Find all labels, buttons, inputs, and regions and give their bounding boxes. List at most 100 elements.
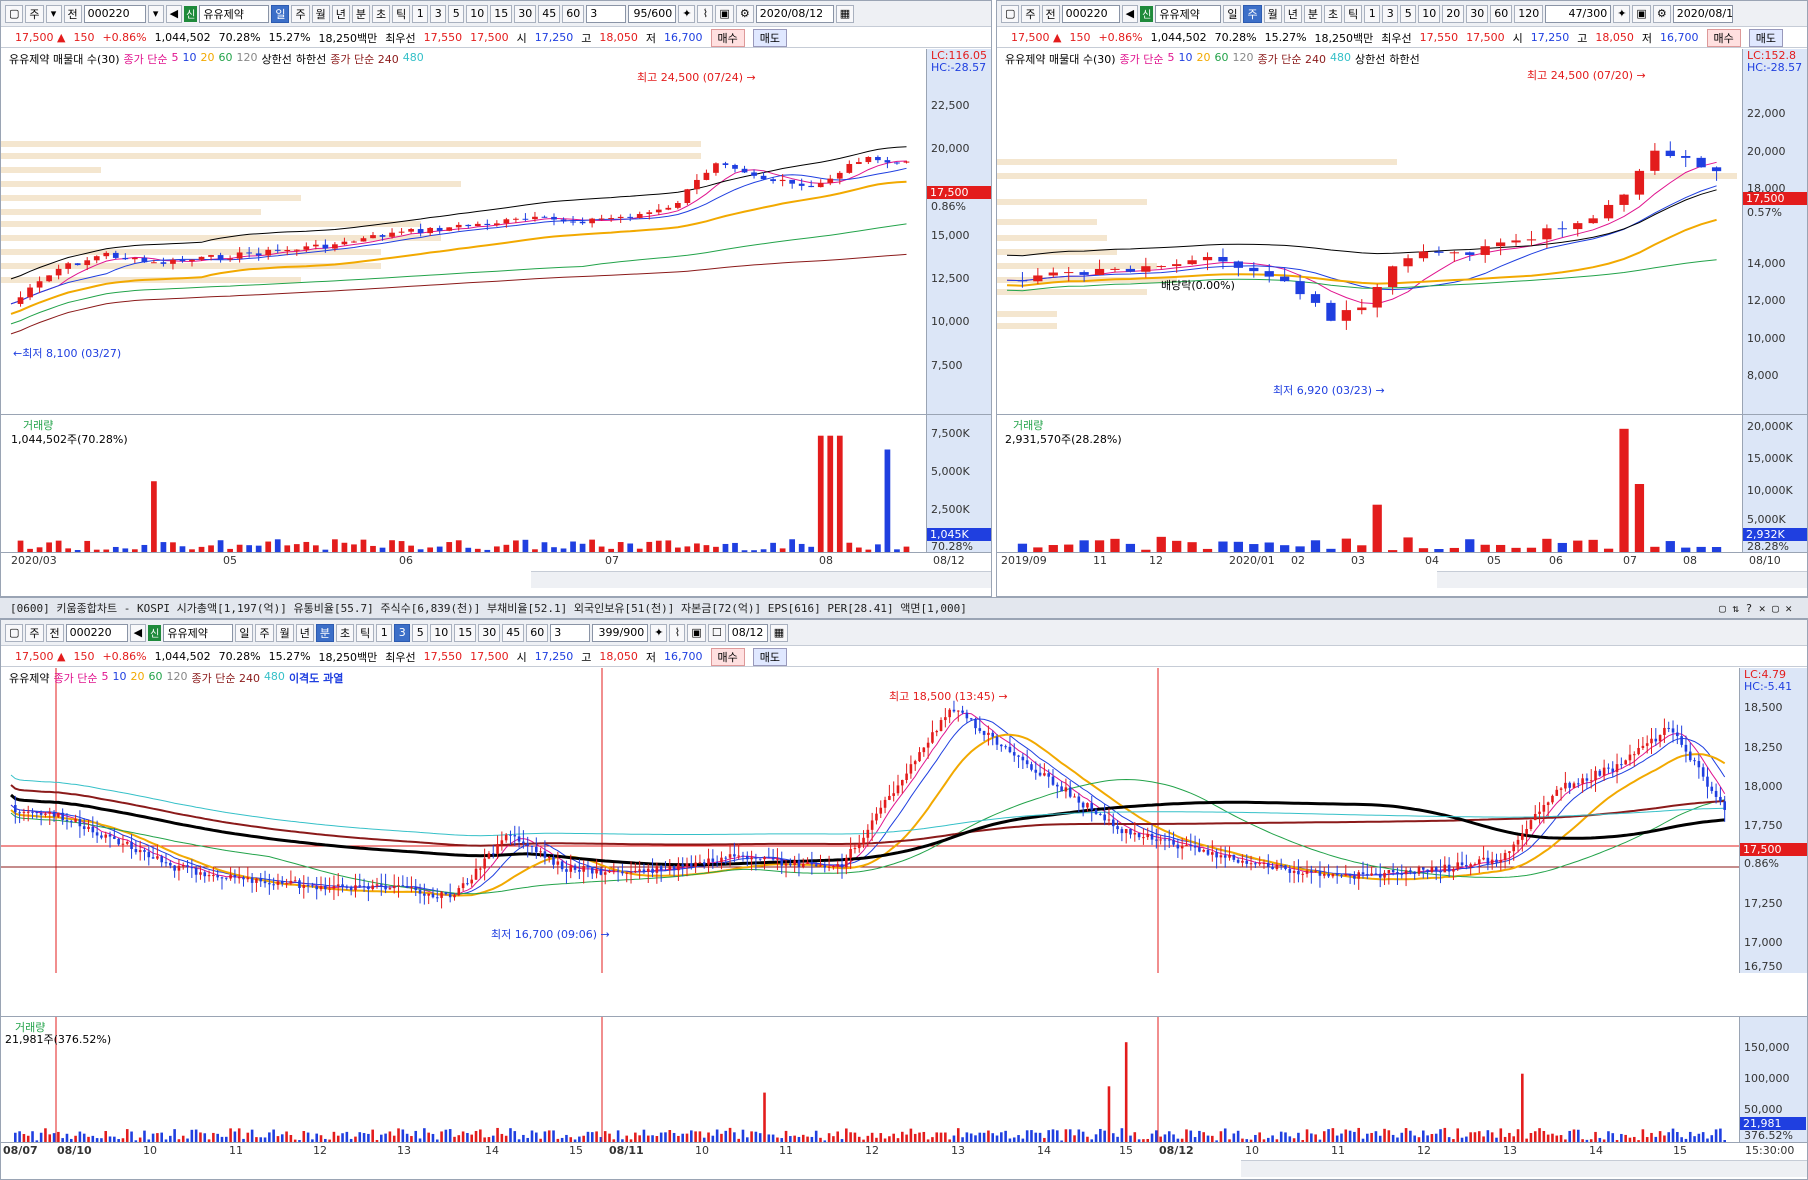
intraday-volume-chart[interactable]: 거래량 21,981주(376.52%) 150,000 100,000 50,… bbox=[1, 1016, 1807, 1143]
period-day[interactable]: 일 bbox=[235, 623, 254, 642]
sell-button[interactable]: 매도 bbox=[1748, 28, 1784, 47]
num-5[interactable]: 5 bbox=[448, 4, 465, 23]
num-30[interactable]: 30 bbox=[514, 4, 537, 23]
stock-code-input[interactable]: 000220 bbox=[1061, 4, 1120, 23]
stock-type-select[interactable]: 주 bbox=[25, 623, 44, 642]
tool-icon[interactable]: ✦ bbox=[678, 4, 696, 23]
period-tick[interactable]: 틱 bbox=[356, 623, 375, 642]
checkbox[interactable]: ☐ bbox=[707, 623, 726, 642]
daily-volume-plot[interactable] bbox=[1, 415, 926, 553]
num-45[interactable]: 45 bbox=[538, 4, 561, 23]
num-30[interactable]: 30 bbox=[1466, 4, 1489, 23]
chart-icon[interactable]: ⌇ bbox=[669, 623, 686, 642]
num-3[interactable]: 3 bbox=[394, 623, 411, 642]
count-field[interactable]: 399/900 bbox=[592, 623, 649, 642]
window-icon[interactable]: ▢ bbox=[5, 4, 24, 23]
spin-input[interactable]: 3 bbox=[586, 4, 627, 23]
period-minute[interactable]: 분 bbox=[351, 4, 370, 23]
period-tick[interactable]: 틱 bbox=[392, 4, 411, 23]
num-1[interactable]: 1 bbox=[1364, 4, 1381, 23]
save-icon[interactable]: ▣ bbox=[715, 4, 734, 23]
sell-button[interactable]: 매도 bbox=[752, 28, 788, 47]
period-month[interactable]: 월 bbox=[311, 4, 330, 23]
intraday-scrollbar[interactable] bbox=[1241, 1160, 1807, 1177]
tool-icon[interactable]: ✦ bbox=[1613, 4, 1631, 23]
num-5[interactable]: 5 bbox=[412, 623, 429, 642]
weekly-scrollbar[interactable] bbox=[1437, 571, 1807, 588]
weekly-volume-chart[interactable]: 거래량 2,931,570주(28.28%) 20,000K 15,000K 1… bbox=[997, 414, 1807, 553]
period-minute[interactable]: 분 bbox=[1303, 4, 1322, 23]
speaker-icon[interactable]: ◀ bbox=[1121, 4, 1139, 23]
jeon-button[interactable]: 전 bbox=[1041, 4, 1060, 23]
window-controls[interactable]: ▢ ⇅ ? ✕ ▢ ✕ bbox=[1719, 602, 1792, 615]
period-second[interactable]: 초 bbox=[335, 623, 355, 642]
daily-price-chart[interactable]: 유유제약 매물대 수(30) 종가 단순 5 10 20 60 120 상한선 … bbox=[1, 49, 991, 414]
window-icon[interactable]: ▢ bbox=[1001, 4, 1020, 23]
daily-price-plot[interactable] bbox=[1, 49, 926, 414]
num-60[interactable]: 60 bbox=[1490, 4, 1513, 23]
tool-icon[interactable]: ✦ bbox=[650, 623, 668, 642]
calendar-icon[interactable]: ▦ bbox=[769, 623, 789, 642]
dropdown-arrow-icon[interactable]: ▾ bbox=[45, 4, 62, 23]
num-3[interactable]: 3 bbox=[430, 4, 447, 23]
intraday-price-chart[interactable]: 유유제약 종가 단순 5 10 20 60 120 종가 단순 240 480 … bbox=[1, 668, 1807, 973]
gear-icon[interactable]: ⚙ bbox=[1652, 4, 1671, 23]
period-second[interactable]: 초 bbox=[1323, 4, 1343, 23]
jeon-button[interactable]: 전 bbox=[63, 4, 82, 23]
stock-code-input[interactable]: 000220 bbox=[65, 623, 128, 642]
jeon-button[interactable]: 전 bbox=[45, 623, 64, 642]
period-week[interactable]: 주 bbox=[1243, 4, 1262, 23]
stock-type-select[interactable]: 주 bbox=[25, 4, 44, 23]
stock-code-input[interactable]: 000220 bbox=[83, 4, 146, 23]
num-60[interactable]: 60 bbox=[562, 4, 585, 23]
period-month[interactable]: 월 bbox=[275, 623, 294, 642]
spin-input[interactable]: 3 bbox=[550, 623, 591, 642]
count-field[interactable]: 95/600 bbox=[628, 4, 677, 23]
gear-icon[interactable]: ⚙ bbox=[735, 4, 754, 23]
speaker-icon[interactable]: ◀ bbox=[165, 4, 183, 23]
count-field[interactable]: 47/300 bbox=[1545, 4, 1612, 23]
num-10[interactable]: 10 bbox=[466, 4, 489, 23]
sell-button[interactable]: 매도 bbox=[752, 647, 788, 666]
period-week[interactable]: 주 bbox=[291, 4, 310, 23]
speaker-icon[interactable]: ◀ bbox=[129, 623, 147, 642]
stock-type-select[interactable]: 주 bbox=[1021, 4, 1040, 23]
buy-button[interactable]: 매수 bbox=[710, 28, 745, 47]
num-10[interactable]: 10 bbox=[1418, 4, 1441, 23]
num-60[interactable]: 60 bbox=[526, 623, 549, 642]
num-1[interactable]: 1 bbox=[376, 623, 393, 642]
save-icon[interactable]: ▣ bbox=[687, 623, 706, 642]
num-1[interactable]: 1 bbox=[412, 4, 429, 23]
period-year[interactable]: 년 bbox=[331, 4, 350, 23]
weekly-price-plot[interactable] bbox=[997, 49, 1742, 414]
chart-icon[interactable]: ⌇ bbox=[697, 4, 714, 23]
num-120[interactable]: 120 bbox=[1514, 4, 1544, 23]
period-day[interactable]: 일 bbox=[1223, 4, 1242, 23]
calendar-icon[interactable]: ▦ bbox=[835, 4, 855, 23]
date-field[interactable]: 2020/08/1 bbox=[1672, 4, 1733, 23]
date-field[interactable]: 2020/08/12 bbox=[755, 4, 834, 23]
period-day[interactable]: 일 bbox=[271, 4, 290, 23]
num-45[interactable]: 45 bbox=[502, 623, 525, 642]
intraday-volume-plot[interactable] bbox=[1, 1017, 1739, 1143]
daily-scrollbar[interactable] bbox=[531, 571, 991, 588]
period-minute[interactable]: 분 bbox=[315, 623, 334, 642]
num-5[interactable]: 5 bbox=[1400, 4, 1417, 23]
daily-volume-chart[interactable]: 거래량 1,044,502주(70.28%) 7,500K 5,000K 2,5… bbox=[1, 414, 991, 553]
stock-name-field[interactable]: 유유제약 bbox=[163, 623, 234, 642]
period-second[interactable]: 초 bbox=[371, 4, 391, 23]
num-30[interactable]: 30 bbox=[478, 623, 501, 642]
search-icon[interactable]: ▾ bbox=[147, 4, 164, 23]
num-15[interactable]: 15 bbox=[490, 4, 513, 23]
save-icon[interactable]: ▣ bbox=[1632, 4, 1651, 23]
num-10[interactable]: 10 bbox=[430, 623, 453, 642]
period-month[interactable]: 월 bbox=[1263, 4, 1282, 23]
num-15[interactable]: 15 bbox=[454, 623, 477, 642]
period-year[interactable]: 년 bbox=[1283, 4, 1302, 23]
weekly-price-chart[interactable]: 유유제약 매물대 수(30) 종가 단순 5 10 20 60 120 종가 단… bbox=[997, 49, 1807, 414]
num-3[interactable]: 3 bbox=[1382, 4, 1399, 23]
intraday-price-plot[interactable] bbox=[1, 668, 1739, 973]
stock-name-field[interactable]: 유유제약 bbox=[1155, 4, 1222, 23]
buy-button[interactable]: 매수 bbox=[1706, 28, 1741, 47]
buy-button[interactable]: 매수 bbox=[710, 647, 745, 666]
